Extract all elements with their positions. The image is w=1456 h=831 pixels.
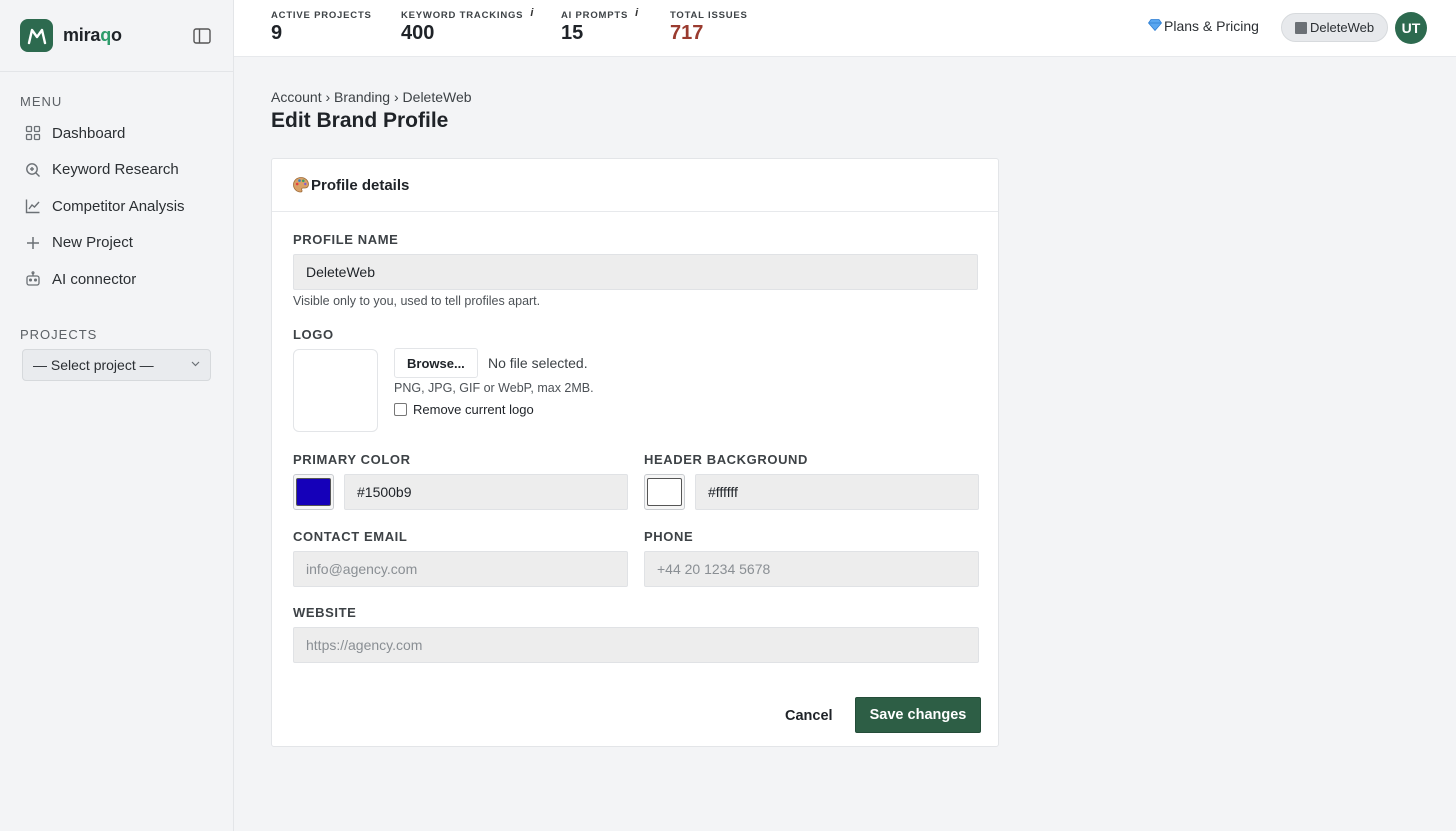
- brand-header: miraqo: [0, 0, 233, 72]
- primary-color-input[interactable]: #1500b9: [344, 474, 628, 510]
- chevron-down-icon: [191, 359, 200, 370]
- primary-color-swatch[interactable]: [293, 474, 334, 510]
- sidebar-toggle-icon[interactable]: [191, 25, 213, 47]
- profile-name-hint: Visible only to you, used to tell profil…: [293, 294, 541, 308]
- sidebar-item-keyword-research[interactable]: Keyword Research: [0, 152, 233, 189]
- palette-icon: [292, 176, 310, 194]
- project-select-value: — Select project —: [33, 356, 154, 373]
- stat-active-projects: ACTIVE PROJECTS 9: [271, 10, 372, 45]
- profile-name-input[interactable]: DeleteWeb: [293, 254, 978, 290]
- phone-input[interactable]: +44 20 1234 5678: [644, 551, 979, 587]
- sidebar: miraqo MENU Dashboard Keyword Research C…: [0, 0, 234, 831]
- diamond-icon: [1147, 18, 1163, 34]
- workspace-switcher[interactable]: DeleteWeb: [1281, 13, 1389, 42]
- plus-icon: [24, 234, 42, 252]
- header-background-swatch[interactable]: [644, 474, 685, 510]
- phone-label: PHONE: [644, 529, 694, 544]
- header-background-swatch-fill: [647, 478, 682, 506]
- breadcrumb-separator: ›: [390, 89, 403, 105]
- sidebar-item-label: Dashboard: [52, 124, 126, 142]
- stat-value: 9: [271, 22, 283, 44]
- brand-name: miraqo: [63, 25, 122, 45]
- header-background-label: HEADER BACKGROUND: [644, 452, 809, 467]
- remove-logo-label[interactable]: Remove current logo: [413, 402, 534, 417]
- remove-logo-checkbox[interactable]: [394, 403, 407, 416]
- breadcrumb-item-current: DeleteWeb: [402, 89, 472, 105]
- save-changes-button[interactable]: Save changes: [855, 697, 981, 733]
- stat-label: KEYWORD TRACKINGS i: [401, 7, 535, 21]
- stat-value: 15: [561, 22, 584, 44]
- breadcrumb-separator: ›: [321, 89, 335, 105]
- grid-icon: [24, 124, 42, 142]
- project-select[interactable]: — Select project —: [22, 348, 211, 381]
- projects-section-label: PROJECTS: [20, 326, 98, 342]
- sidebar-menu: Dashboard Keyword Research Competitor An…: [0, 115, 233, 298]
- info-icon[interactable]: i: [635, 7, 639, 19]
- stat-total-issues: TOTAL ISSUES 717: [670, 10, 748, 45]
- sidebar-item-label: Competitor Analysis: [52, 197, 185, 215]
- avatar[interactable]: UT: [1395, 12, 1427, 44]
- logo-hint: PNG, JPG, GIF or WebP, max 2MB.: [394, 381, 594, 395]
- search-icon: [24, 161, 42, 179]
- breadcrumb: Account › Branding › DeleteWeb: [271, 89, 472, 105]
- stat-ai-prompts: AI PROMPTS i 15: [561, 7, 639, 45]
- sidebar-item-label: AI connector: [52, 270, 137, 288]
- breadcrumb-item-branding[interactable]: Branding: [334, 89, 390, 105]
- chart-line-icon: [24, 197, 42, 215]
- contact-email-input[interactable]: info@agency.com: [293, 551, 628, 587]
- stat-label: AI PROMPTS i: [561, 7, 639, 21]
- mountain-m-icon[interactable]: [20, 19, 53, 52]
- sidebar-item-dashboard[interactable]: Dashboard: [0, 115, 233, 152]
- sidebar-item-new-project[interactable]: New Project: [0, 225, 233, 262]
- primary-color-swatch-fill: [296, 478, 331, 506]
- logo-preview: [293, 349, 378, 432]
- stat-value: 400: [401, 22, 435, 44]
- sidebar-item-label: Keyword Research: [52, 161, 179, 179]
- sidebar-item-competitor-analysis[interactable]: Competitor Analysis: [0, 188, 233, 225]
- menu-section-label: MENU: [20, 94, 63, 109]
- cancel-button[interactable]: Cancel: [777, 699, 841, 733]
- breadcrumb-item-account[interactable]: Account: [271, 89, 322, 105]
- contact-email-label: CONTACT EMAIL: [293, 529, 408, 544]
- profile-name-label: PROFILE NAME: [293, 232, 399, 247]
- plans-pricing-label: Plans & Pricing: [1164, 18, 1259, 34]
- workspace-label: DeleteWeb: [1310, 20, 1375, 35]
- card-header: Profile details: [272, 159, 998, 212]
- top-bar: ACTIVE PROJECTS 9 KEYWORD TRACKINGS i 400…: [234, 0, 1456, 57]
- card-title: Profile details: [311, 176, 410, 194]
- sidebar-item-label: New Project: [52, 234, 133, 252]
- browse-button[interactable]: Browse...: [394, 348, 478, 378]
- website-label: WEBSITE: [293, 605, 357, 620]
- sidebar-item-ai-connector[interactable]: AI connector: [0, 261, 233, 298]
- file-status: No file selected.: [488, 355, 588, 371]
- stat-label: ACTIVE PROJECTS: [271, 10, 372, 21]
- primary-color-label: PRIMARY COLOR: [293, 452, 411, 467]
- stat-keyword-trackings: KEYWORD TRACKINGS i 400: [401, 7, 535, 45]
- header-background-input[interactable]: #ffffff: [695, 474, 979, 510]
- logo-label: LOGO: [293, 327, 334, 342]
- website-input[interactable]: https://agency.com: [293, 627, 979, 663]
- remove-logo-row: Remove current logo: [394, 402, 534, 417]
- stat-value-issues: 717: [670, 22, 704, 44]
- page-title: Edit Brand Profile: [271, 109, 449, 132]
- building-icon: [1295, 21, 1307, 34]
- plans-pricing-link[interactable]: Plans & Pricing: [1147, 18, 1259, 34]
- robot-icon: [24, 270, 42, 288]
- profile-details-card: Profile details PROFILE NAME DeleteWeb V…: [271, 158, 999, 747]
- stat-label: TOTAL ISSUES: [670, 10, 748, 21]
- info-icon[interactable]: i: [530, 7, 534, 19]
